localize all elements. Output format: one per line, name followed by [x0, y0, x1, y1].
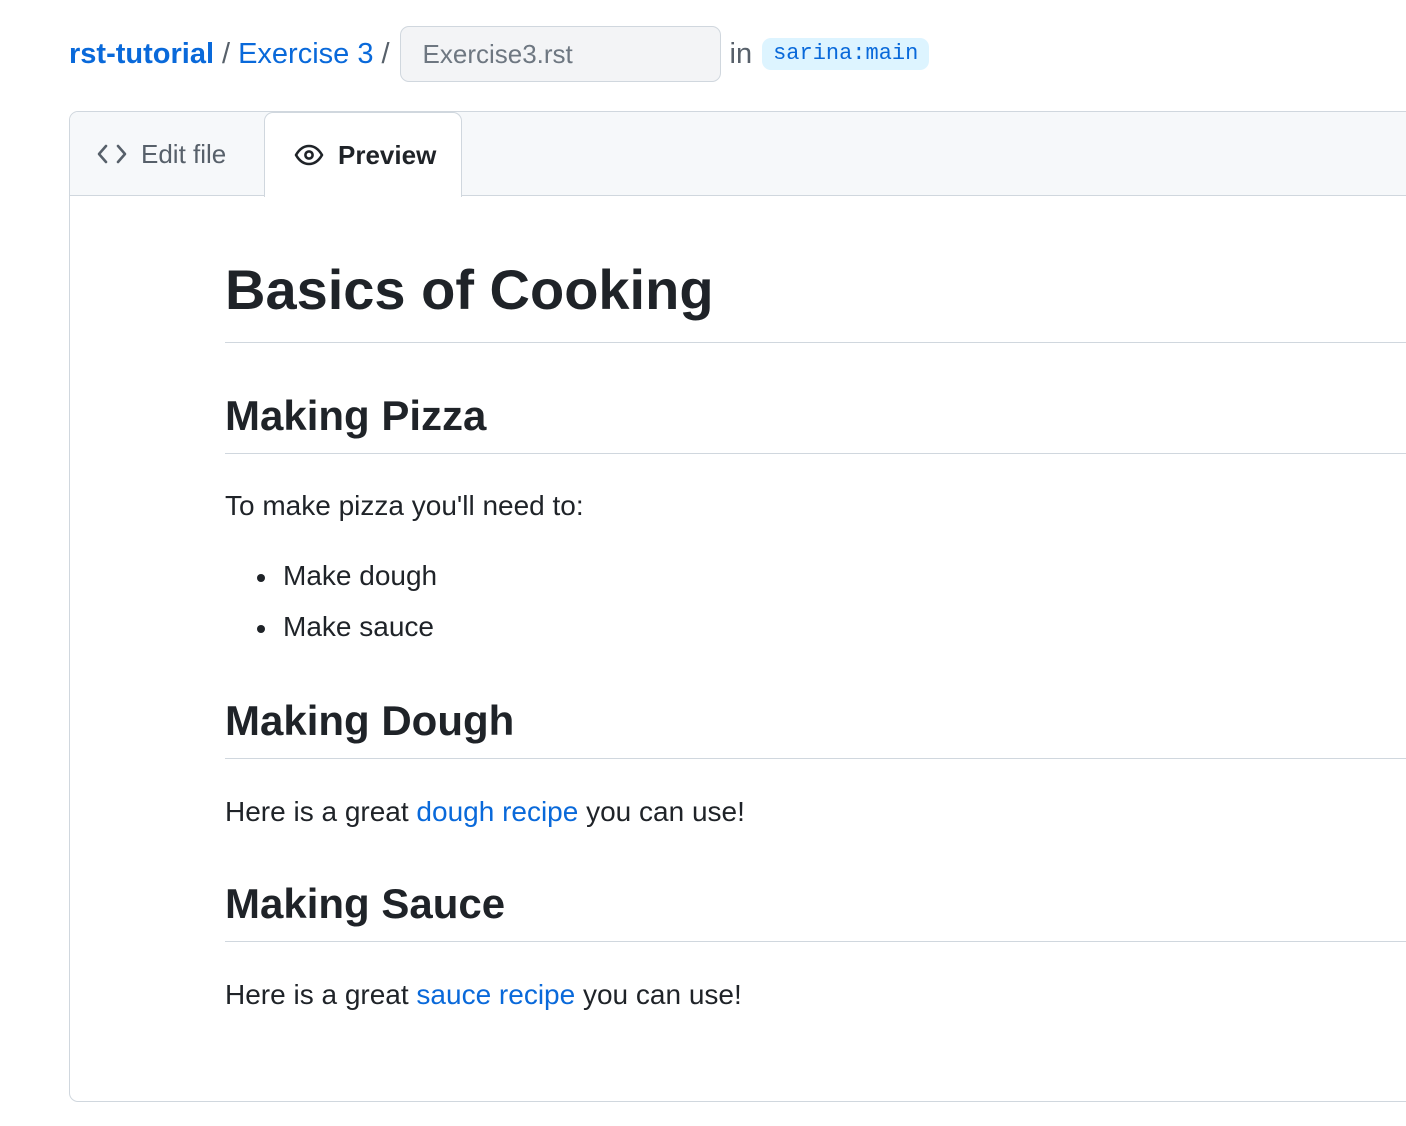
section-heading: Making Pizza	[225, 392, 487, 439]
branch-badge: sarina:main	[762, 38, 930, 70]
breadcrumb-separator: /	[222, 37, 231, 70]
title-divider	[225, 342, 1406, 343]
bullet-icon	[257, 574, 265, 582]
list-item-text: Make dough	[283, 560, 438, 591]
tab-edit-file[interactable]: Edit file	[70, 112, 265, 196]
dough-recipe-link[interactable]: dough recipe	[416, 796, 578, 827]
filename-input[interactable]	[399, 26, 721, 82]
tab-edit-file-label: Edit file	[141, 138, 227, 169]
breadcrumb: rst-tutorial / Exercise 3 / in sarina:ma…	[69, 26, 930, 82]
tab-preview[interactable]: Preview	[264, 112, 462, 197]
folder-link[interactable]: Exercise 3	[238, 38, 373, 71]
section-divider	[225, 758, 1406, 759]
paragraph-text: Here is a great	[225, 979, 417, 1010]
list-item: Make sauce	[225, 613, 437, 664]
repo-link[interactable]: rst-tutorial	[69, 38, 214, 71]
list-item: Make dough	[225, 562, 437, 613]
paragraph-text: Here is a great	[225, 796, 417, 827]
paragraph-text: you can use!	[578, 796, 745, 827]
list-item-text: Make sauce	[283, 611, 434, 642]
sauce-recipe-link[interactable]: sauce recipe	[416, 979, 575, 1010]
section-paragraph: Here is a great dough recipe you can use…	[225, 798, 745, 826]
editor-panel: Edit file Preview Basics of Cooking Maki…	[69, 111, 1406, 1102]
section-divider	[225, 453, 1406, 454]
breadcrumb-separator: /	[381, 37, 390, 70]
section-divider	[225, 941, 1406, 942]
section-paragraph: To make pizza you'll need to:	[225, 490, 584, 521]
bullet-icon	[257, 625, 265, 633]
section-heading: Making Dough	[225, 697, 515, 744]
tab-preview-label: Preview	[338, 139, 437, 170]
code-icon	[97, 143, 127, 165]
eye-icon	[294, 144, 324, 166]
document-title: Basics of Cooking	[225, 258, 714, 321]
in-label: in	[729, 37, 753, 70]
section-paragraph: Here is a great sauce recipe you can use…	[225, 981, 742, 1009]
paragraph-text: you can use!	[575, 979, 742, 1010]
ingredient-list: Make dough Make sauce	[225, 562, 437, 664]
tab-bar: Edit file Preview	[70, 112, 1406, 197]
section-heading: Making Sauce	[225, 880, 506, 927]
